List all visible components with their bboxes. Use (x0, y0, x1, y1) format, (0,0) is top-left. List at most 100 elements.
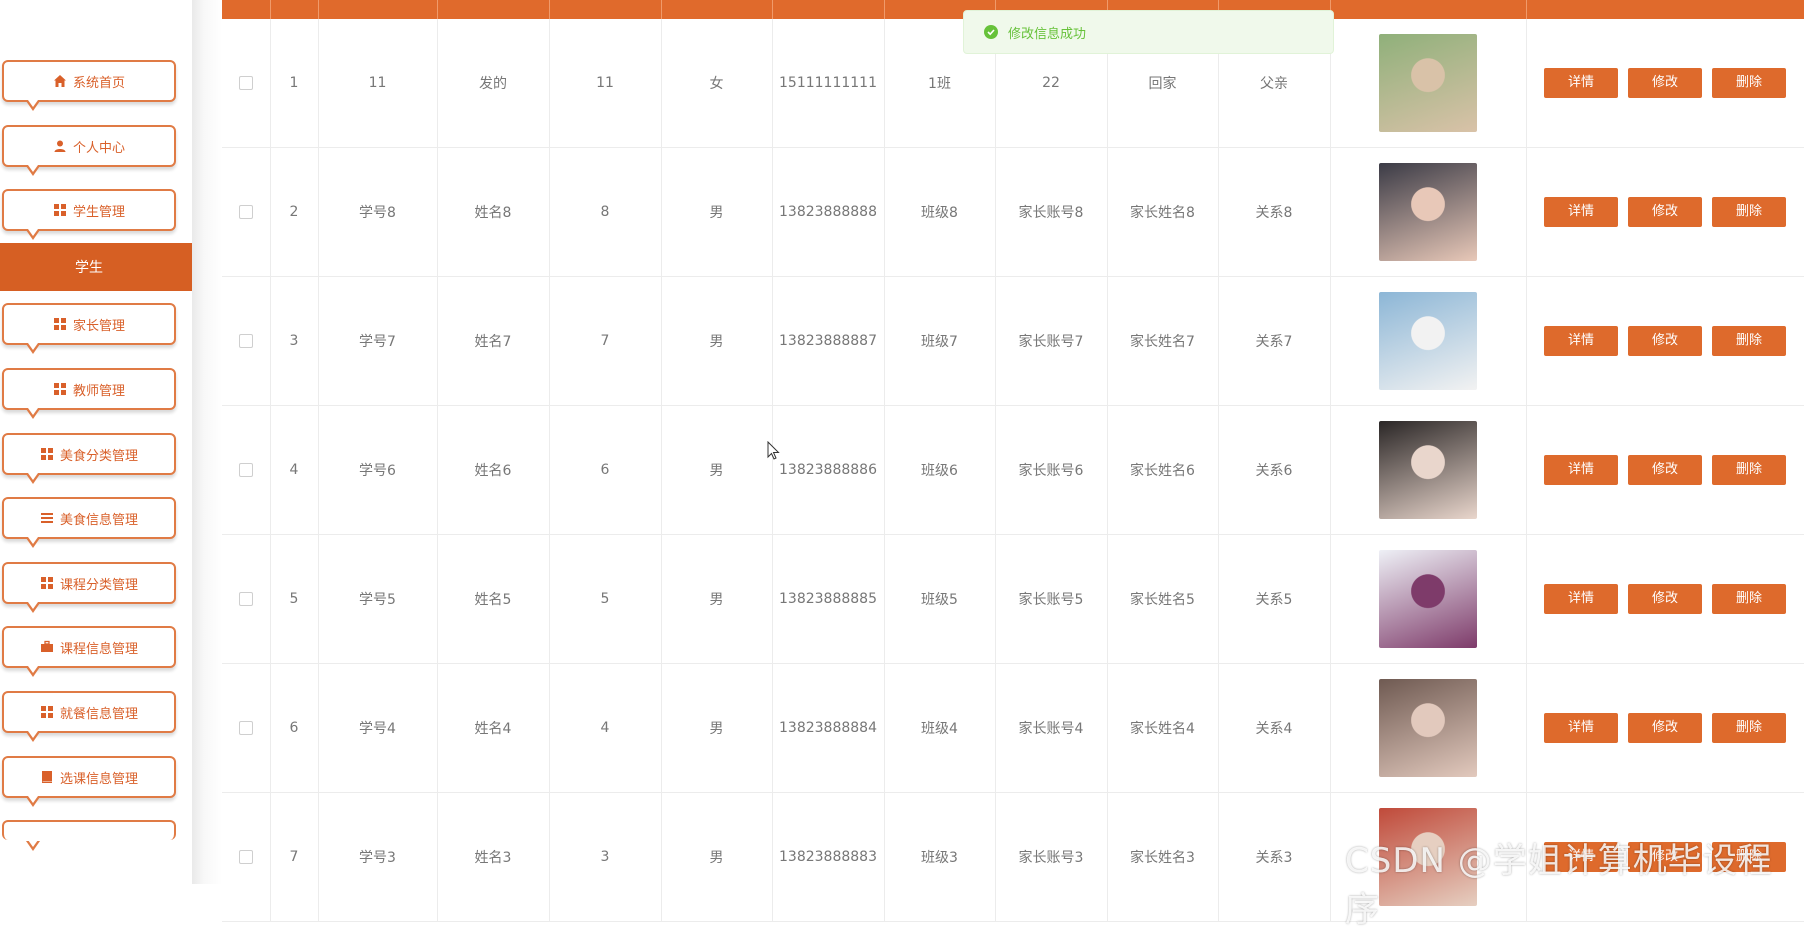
sidebar-item-label: 美食分类管理 (59, 448, 138, 464)
detail-button[interactable]: 详情 (1544, 326, 1618, 356)
sidebar-item-course-selection[interactable]: 选课信息管理 (2, 756, 176, 807)
sidebar-item-dining-info[interactable]: 就餐信息管理 (2, 691, 176, 742)
row-checkbox[interactable] (238, 334, 253, 348)
cell-gender: 男 (661, 534, 773, 664)
cell-password: 7 (549, 276, 662, 406)
delete-button[interactable]: 删除 (1712, 455, 1786, 485)
edit-button[interactable]: 修改 (1628, 68, 1702, 98)
toast-message: 修改信息成功 (1008, 26, 1087, 42)
sidebar-item-course-category[interactable]: 课程分类管理 (2, 562, 176, 613)
sidebar-item-partial[interactable] (2, 820, 176, 851)
delete-button[interactable]: 删除 (1712, 197, 1786, 227)
cell-name: 姓名8 (437, 147, 550, 277)
row-checkbox[interactable] (238, 463, 253, 477)
cell-name: 姓名5 (437, 534, 550, 664)
cell-name: 姓名4 (437, 663, 550, 793)
mouse-cursor-icon (767, 440, 781, 465)
cell-student-id: 学号5 (318, 534, 438, 664)
detail-button[interactable]: 详情 (1544, 197, 1618, 227)
sidebar-item-label: 学生管理 (72, 204, 125, 220)
sidebar-item-food-category[interactable]: 美食分类管理 (2, 433, 176, 484)
row-checkbox[interactable] (238, 721, 253, 735)
sidebar-item-parents[interactable]: 家长管理 (2, 303, 176, 354)
book-icon (40, 770, 54, 784)
submenu-students-active[interactable]: 学生 (0, 243, 192, 291)
cell-gender: 男 (661, 663, 773, 793)
detail-button[interactable]: 详情 (1544, 584, 1618, 614)
cell-parent-name: 家长姓名6 (1107, 405, 1219, 535)
delete-button[interactable]: 删除 (1712, 584, 1786, 614)
sidebar-shadow (192, 0, 222, 884)
edit-button[interactable]: 修改 (1628, 584, 1702, 614)
sidebar-item-label: 课程信息管理 (59, 641, 138, 657)
cell-student-id: 学号8 (318, 147, 438, 277)
detail-button[interactable]: 详情 (1544, 713, 1618, 743)
cell-class: 班级5 (884, 534, 996, 664)
cell-parent-account: 家长账号4 (995, 663, 1108, 793)
cell-class: 班级8 (884, 147, 996, 277)
cell-password: 6 (549, 405, 662, 535)
detail-button[interactable]: 详情 (1544, 68, 1618, 98)
sidebar-item-label: 个人中心 (72, 140, 125, 156)
delete-button[interactable]: 删除 (1712, 326, 1786, 356)
sidebar-item-students[interactable]: 学生管理 (2, 189, 176, 240)
sidebar-item-profile[interactable]: 个人中心 (2, 125, 176, 176)
sidebar-item-label: 教师管理 (72, 383, 125, 399)
watermark: CSDN @学姐计算机毕设程序 (1345, 841, 1773, 930)
edit-button[interactable]: 修改 (1628, 455, 1702, 485)
cell-name: 姓名3 (437, 792, 550, 922)
cell-gender: 男 (661, 405, 773, 535)
cell-index: 5 (270, 534, 319, 664)
cell-index: 2 (270, 147, 319, 277)
edit-button[interactable]: 修改 (1628, 197, 1702, 227)
row-checkbox[interactable] (238, 205, 253, 219)
cell-class: 班级4 (884, 663, 996, 793)
sidebar-item-home[interactable]: 系统首页 (2, 60, 176, 111)
cell-password: 3 (549, 792, 662, 922)
check-circle-icon (984, 25, 998, 39)
cell-phone: 13823888886 (772, 405, 885, 535)
cell-password: 5 (549, 534, 662, 664)
main-content: 1 11 发的 11 女 15111111111 1班 22 回家 父亲 详情修… (222, 0, 1804, 922)
detail-button[interactable]: 详情 (1544, 455, 1618, 485)
cell-name: 发的 (437, 19, 550, 148)
cell-relation: 关系3 (1218, 792, 1331, 922)
cell-password: 4 (549, 663, 662, 793)
edit-button[interactable]: 修改 (1628, 326, 1702, 356)
row-checkbox[interactable] (238, 850, 253, 864)
cell-password: 11 (549, 19, 662, 148)
student-photo (1379, 679, 1477, 777)
cell-class: 班级3 (884, 792, 996, 922)
success-toast: 修改信息成功 (963, 10, 1334, 54)
cell-student-id: 学号7 (318, 276, 438, 406)
sidebar: 系统首页 个人中心 学生管理 学生 家长管理 教师管理 美食分类管理 美食信息管… (0, 0, 192, 884)
delete-button[interactable]: 删除 (1712, 68, 1786, 98)
briefcase-icon (40, 640, 54, 654)
cell-parent-name: 家长姓名8 (1107, 147, 1219, 277)
row-checkbox[interactable] (238, 76, 253, 90)
cell-parent-account: 家长账号5 (995, 534, 1108, 664)
sidebar-item-food-info[interactable]: 美食信息管理 (2, 497, 176, 548)
cell-gender: 女 (661, 19, 773, 148)
row-checkbox[interactable] (238, 592, 253, 606)
grid-icon (53, 317, 67, 331)
cell-gender: 男 (661, 147, 773, 277)
user-icon (53, 139, 67, 153)
cell-phone: 13823888885 (772, 534, 885, 664)
sidebar-item-label: 就餐信息管理 (59, 706, 138, 722)
home-icon (53, 74, 67, 88)
student-table: 1 11 发的 11 女 15111111111 1班 22 回家 父亲 详情修… (222, 19, 1804, 922)
grid-icon (53, 382, 67, 396)
cell-parent-account: 家长账号7 (995, 276, 1108, 406)
cell-relation: 关系8 (1218, 147, 1331, 277)
edit-button[interactable]: 修改 (1628, 713, 1702, 743)
cell-class: 班级7 (884, 276, 996, 406)
cell-name: 姓名7 (437, 276, 550, 406)
sidebar-item-teachers[interactable]: 教师管理 (2, 368, 176, 419)
cell-gender: 男 (661, 792, 773, 922)
cell-parent-name: 家长姓名3 (1107, 792, 1219, 922)
sidebar-item-label: 美食信息管理 (59, 512, 138, 528)
sidebar-item-course-info[interactable]: 课程信息管理 (2, 626, 176, 677)
delete-button[interactable]: 删除 (1712, 713, 1786, 743)
grid-icon (40, 705, 54, 719)
